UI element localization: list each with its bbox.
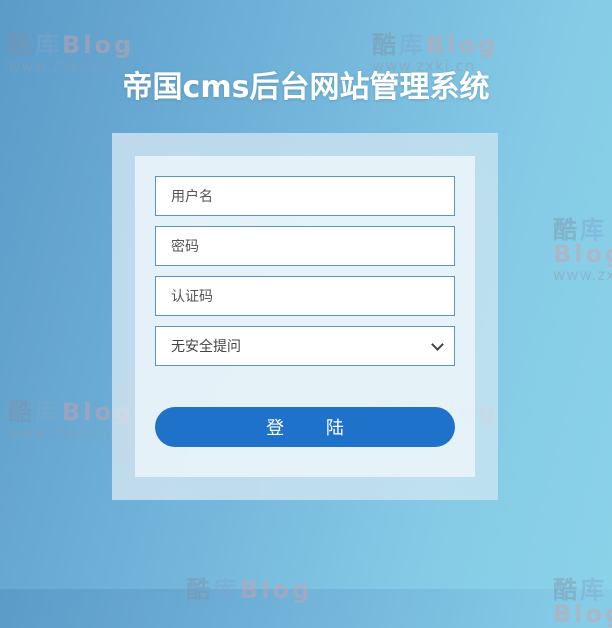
security-question-value: 无安全提问 — [171, 339, 241, 355]
security-question-select[interactable]: 无安全提问 — [155, 326, 455, 366]
chevron-down-icon — [431, 337, 444, 351]
username-placeholder: 用户名 — [171, 189, 213, 205]
login-button[interactable]: 登 陆 — [155, 407, 455, 447]
watermark: 酷库Blog — [553, 578, 612, 626]
watermark: 酷库Blog www.zxki.cn — [553, 218, 612, 283]
username-input[interactable]: 用户名 — [155, 176, 455, 216]
watermark: 酷库Blog — [186, 578, 312, 602]
watermark-logo: 酷库Blog — [186, 576, 313, 604]
watermark-logo: 酷库Blog — [553, 576, 612, 628]
watermark-logo: 酷库Blog — [8, 31, 135, 59]
captcha-input[interactable]: 认证码 — [155, 276, 455, 316]
captcha-placeholder: 认证码 — [171, 289, 213, 305]
password-input[interactable]: 密码 — [155, 226, 455, 266]
watermark-logo: 酷库Blog — [553, 216, 612, 268]
watermark-logo: 酷库Blog — [372, 31, 499, 59]
watermark-url: www.zxki.cn — [553, 266, 612, 284]
password-placeholder: 密码 — [171, 239, 199, 255]
page-title: 帝国cms后台网站管理系统 — [122, 70, 490, 105]
